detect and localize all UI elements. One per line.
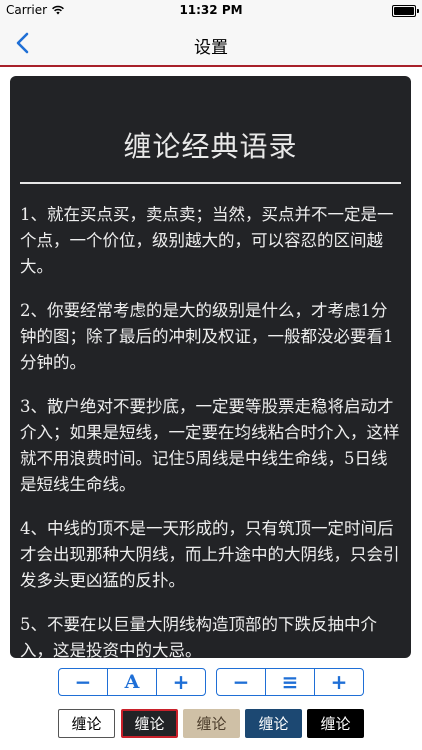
- theme-swatch-black[interactable]: 缠论: [307, 709, 364, 738]
- spacing-increase-button[interactable]: +: [314, 669, 363, 695]
- line-spacing-icon[interactable]: ≡: [265, 669, 314, 695]
- spacing-decrease-button[interactable]: −: [217, 669, 265, 695]
- quote-paragraph: 2、你要经常考虑的是大的级别是什么，才考虑1分钟的图；除了最后的冲刺及权证，一般…: [20, 301, 394, 372]
- theme-swatch-dark[interactable]: 缠论: [121, 709, 178, 738]
- status-bar: Carrier 11:32 PM: [0, 0, 422, 22]
- theme-swatch-white[interactable]: 缠论: [58, 709, 115, 738]
- quote-preview-panel: 缠论经典语录 1、就在买点买，卖点卖；当然，买点并不一定是一个点，一个价位，级别…: [10, 76, 411, 658]
- quote-paragraph: 1、就在买点买，卖点卖；当然，买点并不一定是一个点，一个价位，级别越大的，可以容…: [20, 205, 394, 276]
- battery-icon: [392, 5, 419, 17]
- theme-swatch-sepia[interactable]: 缠论: [183, 709, 240, 738]
- navigation-bar: 设置: [0, 22, 422, 67]
- title-divider: [20, 182, 401, 184]
- font-size-control: − A +: [58, 668, 206, 696]
- quote-paragraph: 4、中线的顶不是一天形成的，只有筑顶一定时间后才会出现那种大阴线，而上升途中的大…: [20, 519, 400, 590]
- quote-paragraph: 5、不要在以巨量大阴线构造顶部的下跌反抽中介入，这是投资中的大忌。: [20, 615, 377, 658]
- font-size-button[interactable]: A: [107, 669, 156, 695]
- line-spacing-control: − ≡ +: [216, 668, 364, 696]
- quote-paragraph: 3、散户绝对不要抄底，一定要等股票走稳将启动才介入；如果是短线，一定要在均线粘合…: [20, 397, 400, 494]
- quote-list[interactable]: 1、就在买点买，卖点卖；当然，买点并不一定是一个点，一个价位，级别越大的，可以容…: [20, 202, 403, 658]
- status-time: 11:32 PM: [179, 3, 243, 17]
- font-increase-button[interactable]: +: [156, 669, 205, 695]
- panel-title: 缠论经典语录: [123, 130, 298, 163]
- font-decrease-button[interactable]: −: [59, 669, 107, 695]
- theme-swatch-navy[interactable]: 缠论: [245, 709, 302, 738]
- page-title: 设置: [194, 38, 228, 58]
